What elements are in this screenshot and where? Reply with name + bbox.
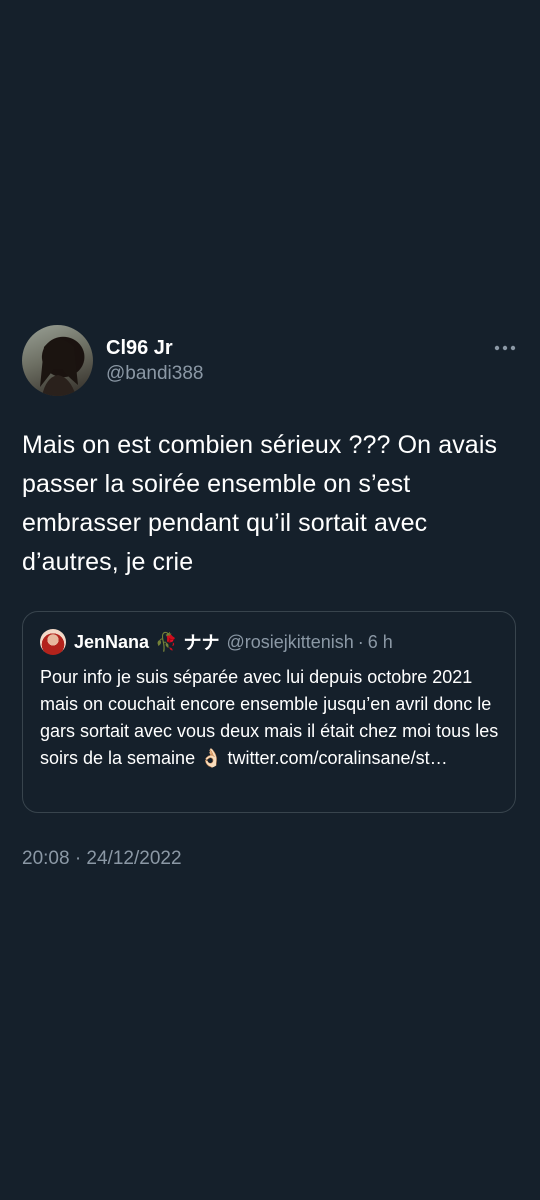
avatar[interactable]: [22, 325, 93, 396]
tweet-timestamp[interactable]: 20:08 · 24/12/2022: [22, 848, 182, 870]
quoted-time: 6 h: [367, 631, 393, 652]
tweet: Cl96 Jr @bandi388 Mais on est combien sé…: [0, 322, 540, 869]
author-handle[interactable]: @bandi388: [106, 362, 203, 386]
author-names: Cl96 Jr @bandi388: [106, 336, 203, 386]
quoted-display-name: JenNana: [74, 631, 150, 652]
wilted-rose-icon: 🥀: [155, 631, 178, 652]
quoted-avatar: [40, 629, 66, 655]
quoted-tweet-text: Pour info je suis séparée avec lui depui…: [40, 667, 499, 768]
tweet-header: Cl96 Jr @bandi388: [0, 322, 540, 400]
separator-dot: ·: [357, 631, 364, 652]
author-display-name[interactable]: Cl96 Jr: [106, 336, 203, 360]
avatar-image: [40, 339, 78, 396]
quoted-name-kana: ナナ: [183, 633, 220, 654]
quoted-handle: @rosiejkittenish: [226, 631, 354, 652]
more-horizontal-icon[interactable]: [494, 345, 516, 351]
quoted-tweet-header: JenNana 🥀 ナナ @rosiejkittenish · 6 h: [40, 629, 393, 655]
tweet-text: Mais on est combien sérieux ??? On avais…: [22, 431, 498, 576]
quoted-tweet[interactable]: JenNana 🥀 ナナ @rosiejkittenish · 6 h Pour…: [22, 611, 516, 813]
